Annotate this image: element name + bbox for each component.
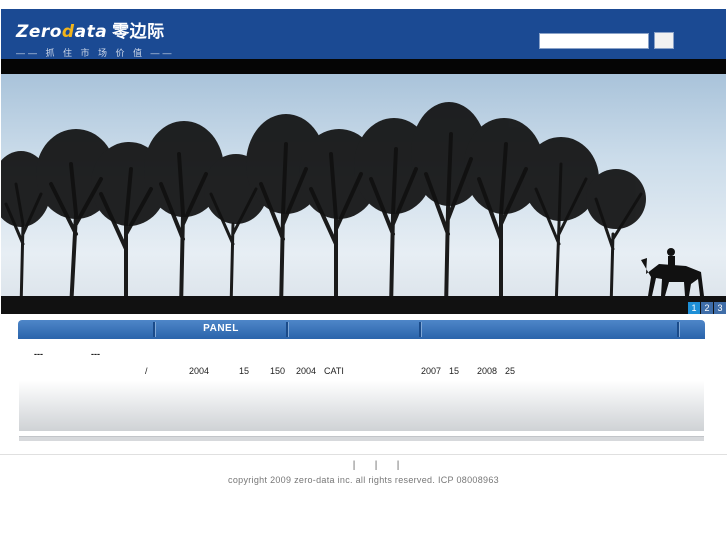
panel-tab-4[interactable] bbox=[422, 320, 677, 339]
hero-banner: 1 2 3 bbox=[1, 74, 726, 314]
panel-text: CATI bbox=[324, 366, 344, 376]
banner-page-2[interactable]: 2 bbox=[701, 302, 713, 314]
logo-text-d: d bbox=[61, 22, 75, 42]
logo-text-zero: Zero bbox=[16, 22, 62, 42]
panel-footer-bar bbox=[19, 436, 704, 441]
panel-text: 150 bbox=[270, 366, 286, 376]
panel-text: 2007 bbox=[421, 366, 442, 376]
panel-text: 15 bbox=[449, 366, 460, 376]
panel-body: --- --- / 2004 15 150 2004 CATI 2007 15 … bbox=[19, 339, 704, 431]
panel-text: 15 bbox=[239, 366, 250, 376]
panel-tab-bar: PANEL bbox=[18, 320, 705, 339]
banner-page-1[interactable]: 1 bbox=[688, 302, 700, 314]
logo-text-ata: ata bbox=[74, 22, 108, 42]
site-header: Zerodata 零边际 —— 抓 住 市 场 价 值 —— bbox=[1, 9, 726, 59]
footer-link-separator: | bbox=[374, 460, 378, 471]
horse-rider-silhouette bbox=[641, 248, 704, 296]
banner-page-3[interactable]: 3 bbox=[714, 302, 726, 314]
panel-tab-panel[interactable]: PANEL bbox=[156, 320, 286, 339]
panel-dash-a: --- bbox=[34, 349, 43, 359]
footer-link-separator: | bbox=[396, 460, 400, 471]
banner-pager: 1 2 3 bbox=[688, 302, 726, 314]
logo-wordmark: Zerodata 零边际 bbox=[16, 17, 175, 42]
footer-link-separator: | bbox=[352, 460, 356, 471]
footer-divider bbox=[0, 454, 727, 455]
tab-divider bbox=[677, 322, 680, 337]
logo-chinese-name: 零边际 bbox=[112, 22, 165, 42]
panel-text: 2004 bbox=[296, 366, 317, 376]
panel-text: 2004 bbox=[189, 366, 210, 376]
logo-tagline: —— 抓 住 市 场 价 值 —— bbox=[16, 48, 175, 58]
panel-tab-3[interactable] bbox=[289, 320, 419, 339]
panel-text: / bbox=[145, 366, 148, 376]
tree-silhouette-illustration bbox=[1, 102, 726, 314]
copyright-text: copyright 2009 zero-data inc. all rights… bbox=[228, 475, 499, 485]
search-input[interactable] bbox=[539, 33, 649, 49]
panel-dash-b: --- bbox=[91, 349, 100, 359]
panel-tab-1[interactable] bbox=[18, 320, 153, 339]
site-logo[interactable]: Zerodata 零边际 —— 抓 住 市 场 价 值 —— bbox=[16, 17, 175, 59]
search-button[interactable] bbox=[654, 32, 674, 49]
nav-bar bbox=[1, 59, 726, 74]
panel-text: 25 bbox=[505, 366, 516, 376]
footer-links: | | | bbox=[343, 460, 409, 471]
grass bbox=[1, 296, 726, 314]
content-panel: PANEL --- --- / 2004 15 150 2004 CATI 20… bbox=[18, 320, 705, 442]
panel-text: 2008 bbox=[477, 366, 498, 376]
